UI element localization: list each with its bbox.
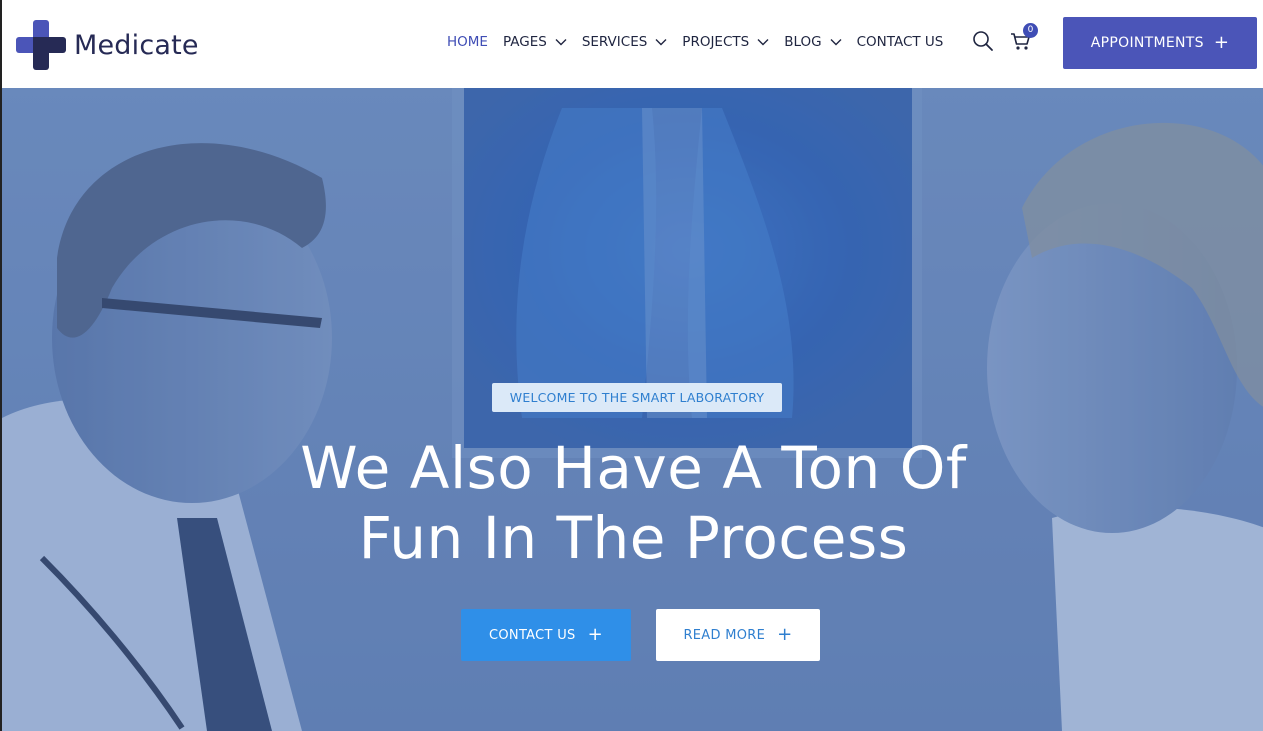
search-icon [973,31,993,51]
nav-item-blog[interactable]: BLOG [784,34,842,50]
chevron-down-icon [830,39,842,46]
plus-icon: + [587,624,603,645]
nav-item-label: CONTACT US [856,34,944,50]
nav-item-label: PAGES [502,34,547,50]
nav-item-services[interactable]: SERVICES [582,34,667,50]
nav-item-pages[interactable]: PAGES [503,34,567,50]
hero-headline-line-1: We Also Have A Ton Of [300,434,967,502]
plus-icon: + [1213,32,1230,53]
site-header: Medicate HOME PAGES SERVICES PROJECTS BL… [0,0,1263,88]
nav-item-label: PROJECTS [682,34,750,50]
chevron-down-icon [757,39,769,46]
appointments-label: APPOINTMENTS [1090,35,1204,51]
nav-item-contact-us[interactable]: CONTACT US [857,34,944,50]
plus-icon: + [777,624,793,645]
logo-text: Medicate [74,29,199,61]
cart-count-badge: 0 [1023,23,1038,38]
search-button[interactable] [972,30,994,52]
nav-item-home[interactable]: HOME [447,34,488,50]
appointments-button[interactable]: APPOINTMENTS + [1063,17,1257,69]
read-more-label: READ MORE [683,627,766,643]
chevron-down-icon [555,39,567,46]
main-nav: HOME PAGES SERVICES PROJECTS BLOG CONTAC… [447,30,958,54]
hero-section: WELCOME TO THE SMART LABORATORY We Also … [0,88,1263,731]
hero-eyebrow-badge: WELCOME TO THE SMART LABORATORY [492,383,782,412]
page: Medicate HOME PAGES SERVICES PROJECTS BL… [0,0,1263,731]
hero-content: WELCOME TO THE SMART LABORATORY We Also … [2,88,1263,731]
contact-us-label: CONTACT US [489,627,576,643]
nav-item-label: HOME [447,34,488,50]
nav-item-projects[interactable]: PROJECTS [682,34,769,50]
hero-headline: We Also Have A Ton Of Fun In The Process [222,433,1045,573]
contact-us-button[interactable]: CONTACT US + [461,609,631,661]
chevron-down-icon [655,39,667,46]
medical-cross-logo-icon [16,20,66,70]
nav-item-label: BLOG [784,34,822,50]
logo[interactable]: Medicate [16,20,199,70]
nav-item-label: SERVICES [581,34,648,50]
read-more-button[interactable]: READ MORE + [656,609,820,661]
cart-button[interactable]: 0 [1010,23,1038,52]
hero-headline-line-2: Fun In The Process [358,504,909,572]
